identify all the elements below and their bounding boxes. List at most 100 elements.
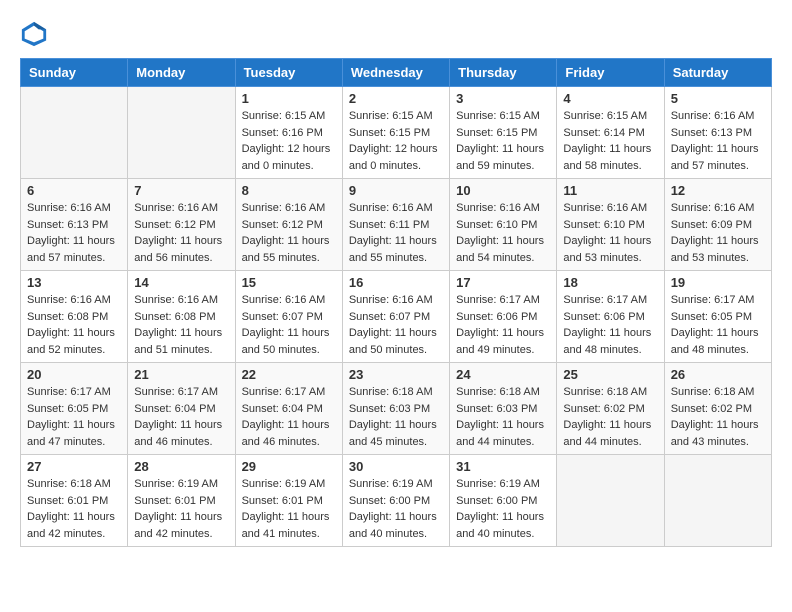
- day-number: 26: [671, 367, 765, 382]
- header-friday: Friday: [557, 59, 664, 87]
- day-number: 27: [27, 459, 121, 474]
- day-number: 2: [349, 91, 443, 106]
- day-cell: 28 Sunrise: 6:19 AM Sunset: 6:01 PM Dayli…: [128, 455, 235, 547]
- day-cell: 22 Sunrise: 6:17 AM Sunset: 6:04 PM Dayli…: [235, 363, 342, 455]
- day-number: 22: [242, 367, 336, 382]
- day-cell: 16 Sunrise: 6:16 AM Sunset: 6:07 PM Dayli…: [342, 271, 449, 363]
- day-info: Sunrise: 6:16 AM Sunset: 6:13 PM Dayligh…: [671, 108, 765, 174]
- day-info: Sunrise: 6:19 AM Sunset: 6:00 PM Dayligh…: [349, 476, 443, 542]
- day-cell: 2 Sunrise: 6:15 AM Sunset: 6:15 PM Daylig…: [342, 87, 449, 179]
- day-cell: 23 Sunrise: 6:18 AM Sunset: 6:03 PM Dayli…: [342, 363, 449, 455]
- day-number: 16: [349, 275, 443, 290]
- day-cell: [557, 455, 664, 547]
- day-info: Sunrise: 6:18 AM Sunset: 6:01 PM Dayligh…: [27, 476, 121, 542]
- day-info: Sunrise: 6:16 AM Sunset: 6:09 PM Dayligh…: [671, 200, 765, 266]
- day-info: Sunrise: 6:18 AM Sunset: 6:02 PM Dayligh…: [671, 384, 765, 450]
- day-number: 29: [242, 459, 336, 474]
- day-cell: 21 Sunrise: 6:17 AM Sunset: 6:04 PM Dayli…: [128, 363, 235, 455]
- day-cell: 8 Sunrise: 6:16 AM Sunset: 6:12 PM Daylig…: [235, 179, 342, 271]
- day-info: Sunrise: 6:16 AM Sunset: 6:08 PM Dayligh…: [134, 292, 228, 358]
- day-number: 1: [242, 91, 336, 106]
- day-info: Sunrise: 6:18 AM Sunset: 6:03 PM Dayligh…: [349, 384, 443, 450]
- day-number: 4: [563, 91, 657, 106]
- day-info: Sunrise: 6:16 AM Sunset: 6:07 PM Dayligh…: [349, 292, 443, 358]
- day-info: Sunrise: 6:17 AM Sunset: 6:05 PM Dayligh…: [27, 384, 121, 450]
- day-number: 8: [242, 183, 336, 198]
- header-sunday: Sunday: [21, 59, 128, 87]
- day-info: Sunrise: 6:19 AM Sunset: 6:01 PM Dayligh…: [242, 476, 336, 542]
- page-header: [20, 20, 772, 48]
- day-cell: 24 Sunrise: 6:18 AM Sunset: 6:03 PM Dayli…: [450, 363, 557, 455]
- day-cell: 17 Sunrise: 6:17 AM Sunset: 6:06 PM Dayli…: [450, 271, 557, 363]
- day-info: Sunrise: 6:17 AM Sunset: 6:05 PM Dayligh…: [671, 292, 765, 358]
- week-row-5: 27 Sunrise: 6:18 AM Sunset: 6:01 PM Dayli…: [21, 455, 772, 547]
- day-cell: 1 Sunrise: 6:15 AM Sunset: 6:16 PM Daylig…: [235, 87, 342, 179]
- header-row: SundayMondayTuesdayWednesdayThursdayFrid…: [21, 59, 772, 87]
- day-info: Sunrise: 6:16 AM Sunset: 6:08 PM Dayligh…: [27, 292, 121, 358]
- day-info: Sunrise: 6:15 AM Sunset: 6:15 PM Dayligh…: [349, 108, 443, 174]
- day-info: Sunrise: 6:16 AM Sunset: 6:10 PM Dayligh…: [456, 200, 550, 266]
- header-tuesday: Tuesday: [235, 59, 342, 87]
- day-info: Sunrise: 6:16 AM Sunset: 6:13 PM Dayligh…: [27, 200, 121, 266]
- day-cell: 13 Sunrise: 6:16 AM Sunset: 6:08 PM Dayli…: [21, 271, 128, 363]
- day-info: Sunrise: 6:17 AM Sunset: 6:04 PM Dayligh…: [134, 384, 228, 450]
- day-cell: [664, 455, 771, 547]
- day-info: Sunrise: 6:15 AM Sunset: 6:14 PM Dayligh…: [563, 108, 657, 174]
- day-cell: 12 Sunrise: 6:16 AM Sunset: 6:09 PM Dayli…: [664, 179, 771, 271]
- day-number: 17: [456, 275, 550, 290]
- day-info: Sunrise: 6:17 AM Sunset: 6:06 PM Dayligh…: [456, 292, 550, 358]
- day-info: Sunrise: 6:17 AM Sunset: 6:06 PM Dayligh…: [563, 292, 657, 358]
- week-row-4: 20 Sunrise: 6:17 AM Sunset: 6:05 PM Dayli…: [21, 363, 772, 455]
- day-number: 30: [349, 459, 443, 474]
- day-number: 12: [671, 183, 765, 198]
- day-cell: 29 Sunrise: 6:19 AM Sunset: 6:01 PM Dayli…: [235, 455, 342, 547]
- day-cell: 7Sunrise: 6:16 AM Sunset: 6:12 PM Daylig…: [128, 179, 235, 271]
- header-wednesday: Wednesday: [342, 59, 449, 87]
- day-number: 10: [456, 183, 550, 198]
- day-info: Sunrise: 6:16 AM Sunset: 6:12 PM Dayligh…: [242, 200, 336, 266]
- day-number: 23: [349, 367, 443, 382]
- day-number: 20: [27, 367, 121, 382]
- day-cell: 19 Sunrise: 6:17 AM Sunset: 6:05 PM Dayli…: [664, 271, 771, 363]
- day-number: 9: [349, 183, 443, 198]
- day-info: Sunrise: 6:15 AM Sunset: 6:15 PM Dayligh…: [456, 108, 550, 174]
- day-cell: 3 Sunrise: 6:15 AM Sunset: 6:15 PM Daylig…: [450, 87, 557, 179]
- day-number: 6: [27, 183, 121, 198]
- day-cell: 11Sunrise: 6:16 AM Sunset: 6:10 PM Dayli…: [557, 179, 664, 271]
- day-number: 25: [563, 367, 657, 382]
- day-info: Sunrise: 6:19 AM Sunset: 6:01 PM Dayligh…: [134, 476, 228, 542]
- day-info: Sunrise: 6:15 AM Sunset: 6:16 PM Dayligh…: [242, 108, 336, 174]
- day-number: 24: [456, 367, 550, 382]
- logo: [20, 20, 52, 48]
- day-cell: [21, 87, 128, 179]
- day-cell: 6 Sunrise: 6:16 AM Sunset: 6:13 PM Daylig…: [21, 179, 128, 271]
- day-number: 19: [671, 275, 765, 290]
- day-cell: 20 Sunrise: 6:17 AM Sunset: 6:05 PM Dayli…: [21, 363, 128, 455]
- day-number: 13: [27, 275, 121, 290]
- day-number: 31: [456, 459, 550, 474]
- day-number: 3: [456, 91, 550, 106]
- day-cell: 30 Sunrise: 6:19 AM Sunset: 6:00 PM Dayli…: [342, 455, 449, 547]
- day-number: 5: [671, 91, 765, 106]
- day-number: 28: [134, 459, 228, 474]
- day-info: Sunrise: 6:16 AM Sunset: 6:10 PM Dayligh…: [563, 200, 657, 266]
- day-number: 15: [242, 275, 336, 290]
- day-number: 14: [134, 275, 228, 290]
- logo-icon: [20, 20, 48, 48]
- day-info: Sunrise: 6:17 AM Sunset: 6:04 PM Dayligh…: [242, 384, 336, 450]
- day-cell: 9 Sunrise: 6:16 AM Sunset: 6:11 PM Daylig…: [342, 179, 449, 271]
- day-info: Sunrise: 6:18 AM Sunset: 6:03 PM Dayligh…: [456, 384, 550, 450]
- day-number: 21: [134, 367, 228, 382]
- day-cell: 10 Sunrise: 6:16 AM Sunset: 6:10 PM Dayli…: [450, 179, 557, 271]
- week-row-1: 1 Sunrise: 6:15 AM Sunset: 6:16 PM Daylig…: [21, 87, 772, 179]
- day-cell: 14 Sunrise: 6:16 AM Sunset: 6:08 PM Dayli…: [128, 271, 235, 363]
- day-info: Sunrise: 6:16 AM Sunset: 6:07 PM Dayligh…: [242, 292, 336, 358]
- day-number: 18: [563, 275, 657, 290]
- day-cell: 26 Sunrise: 6:18 AM Sunset: 6:02 PM Dayli…: [664, 363, 771, 455]
- day-cell: 25 Sunrise: 6:18 AM Sunset: 6:02 PM Dayli…: [557, 363, 664, 455]
- day-cell: 15 Sunrise: 6:16 AM Sunset: 6:07 PM Dayli…: [235, 271, 342, 363]
- week-row-3: 13 Sunrise: 6:16 AM Sunset: 6:08 PM Dayli…: [21, 271, 772, 363]
- day-info: Sunrise: 6:18 AM Sunset: 6:02 PM Dayligh…: [563, 384, 657, 450]
- day-info: Sunrise: 6:16 AM Sunset: 6:11 PM Dayligh…: [349, 200, 443, 266]
- week-row-2: 6 Sunrise: 6:16 AM Sunset: 6:13 PM Daylig…: [21, 179, 772, 271]
